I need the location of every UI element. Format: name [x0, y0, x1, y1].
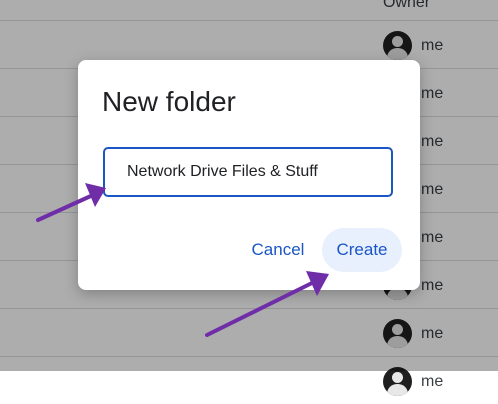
dialog-title: New folder: [102, 86, 236, 117]
cancel-button[interactable]: Cancel: [244, 228, 312, 272]
owner-cell: me: [383, 367, 443, 396]
avatar-icon: [383, 367, 412, 396]
create-button[interactable]: Create: [322, 228, 402, 272]
new-folder-dialog: New folder Cancel Create: [78, 60, 420, 290]
owner-name: me: [421, 372, 444, 390]
folder-name-input[interactable]: [103, 147, 393, 197]
